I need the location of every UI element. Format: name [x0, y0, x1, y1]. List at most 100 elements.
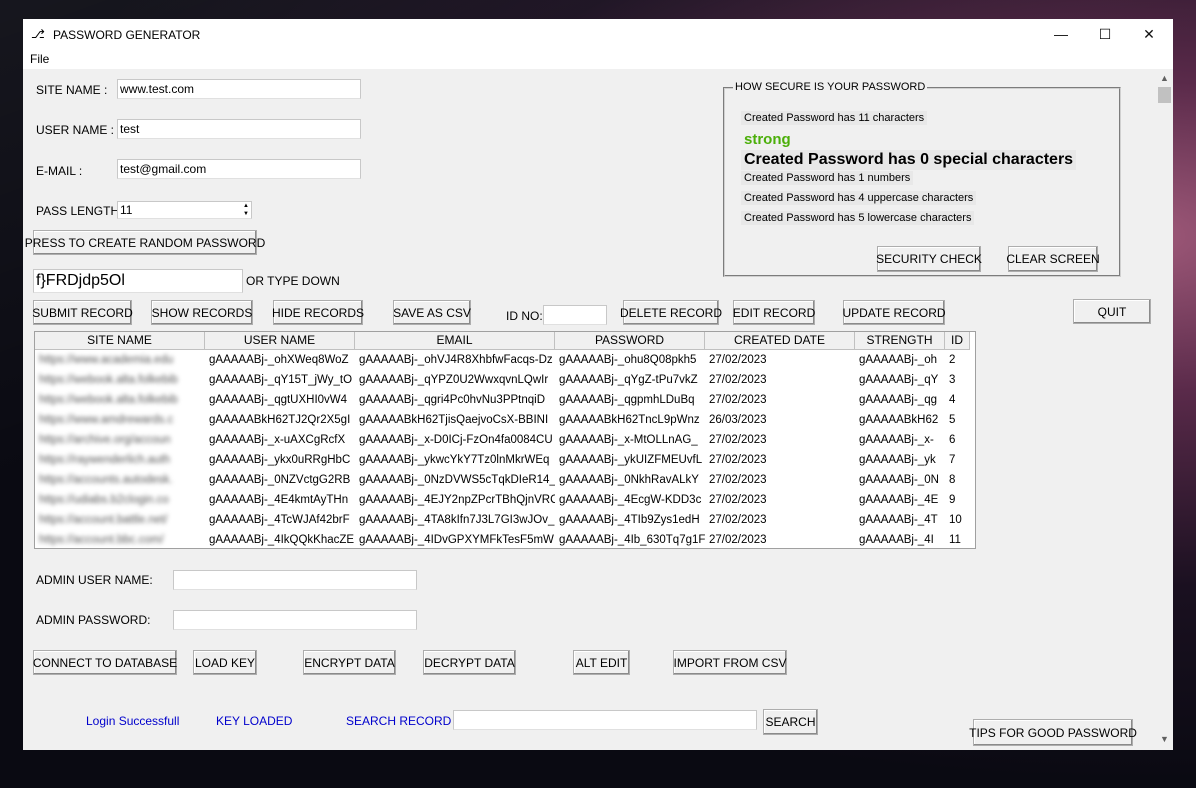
cell-created-date: 27/02/2023: [709, 454, 767, 466]
scroll-up-icon[interactable]: ▲: [1156, 73, 1173, 87]
cell-password: gAAAAABj-_4EcgW-KDD3c: [559, 494, 702, 506]
admin-password-input[interactable]: [173, 610, 417, 630]
scroll-thumb[interactable]: [1158, 87, 1171, 103]
clear-screen-button[interactable]: CLEAR SCREEN: [1006, 246, 1100, 272]
admin-password-label: ADMIN PASSWORD:: [36, 613, 151, 627]
user-name-input[interactable]: test: [117, 119, 361, 139]
email-label: E-MAIL :: [36, 164, 83, 178]
col-id[interactable]: ID: [945, 332, 970, 350]
table-row[interactable]: https://account.battle.net/gAAAAABj-_4Tc…: [35, 510, 970, 530]
table-row[interactable]: https://www.amdrewards.c gAAAAABkH62TJ2Qr…: [35, 410, 970, 430]
cell-password: gAAAAABj-_ohu8Q08pkh5: [559, 354, 697, 366]
save-as-csv-button[interactable]: SAVE AS CSV: [393, 300, 471, 325]
menu-file[interactable]: File: [30, 52, 49, 66]
quit-button[interactable]: QUIT: [1073, 299, 1151, 324]
app-window: ⎇ PASSWORD GENERATOR — ☐ ✕ File SITE NAM…: [23, 19, 1173, 750]
update-record-button[interactable]: UPDATE RECORD: [842, 300, 946, 325]
cell-strength: gAAAAABj-_qY: [859, 374, 939, 386]
cell-user-name: gAAAAABj-_4TcWJAf42brF: [209, 514, 350, 526]
cell-created-date: 27/02/2023: [709, 514, 767, 526]
spinbox-arrows-icon[interactable]: ▲ ▼: [241, 202, 251, 218]
cell-created-date: 27/02/2023: [709, 354, 767, 366]
cell-password: gAAAAABkH62TncL9pWnz: [559, 414, 700, 426]
table-row[interactable]: https://webook.alta.folkebib gAAAAABj-_qY…: [35, 370, 970, 390]
col-strength[interactable]: STRENGTH: [855, 332, 945, 350]
cell-id: 5: [949, 414, 956, 426]
maximize-icon[interactable]: ☐: [1083, 19, 1127, 49]
cell-id: 9: [949, 494, 956, 506]
password-input[interactable]: f}FRDjdp5Ol: [33, 269, 243, 293]
security-group: HOW SECURE IS YOUR PASSWORD Created Pass…: [723, 81, 1121, 277]
uppercase-count-text: Created Password has 4 uppercase charact…: [741, 191, 977, 205]
connect-database-button[interactable]: CONNECT TO DATABASE: [33, 650, 177, 675]
cell-user-name: gAAAAABj-_ykx0uRRgHbC: [209, 454, 351, 466]
decrypt-data-button[interactable]: DECRYPT DATA: [423, 650, 516, 675]
cell-email: gAAAAABj-_0NzDVWS5cTqkDIeR14_: [359, 474, 555, 486]
cell-email: gAAAAABj-_qYPZ0U2WwxqvnLQwIr: [359, 374, 549, 386]
cell-strength: gAAAAABj-_4I: [859, 534, 934, 546]
id-no-input[interactable]: [543, 305, 607, 325]
col-site-name[interactable]: SITE NAME: [35, 332, 205, 350]
site-name-input[interactable]: www.test.com: [117, 79, 361, 99]
vertical-scrollbar[interactable]: ▲ ▼: [1156, 69, 1173, 750]
security-check-button[interactable]: SECURITY CHECK: [876, 246, 982, 272]
records-table[interactable]: SITE NAME USER NAME EMAIL PASSWORD CREAT…: [34, 331, 976, 549]
cell-site-name: https://udiabs.b2clogin.co: [39, 494, 169, 506]
close-icon[interactable]: ✕: [1127, 19, 1171, 49]
cell-id: 2: [949, 354, 956, 366]
col-created-date[interactable]: CREATED DATE: [705, 332, 855, 350]
load-key-button[interactable]: LOAD KEY: [193, 650, 257, 675]
email-input[interactable]: test@gmail.com: [117, 159, 361, 179]
cell-strength: gAAAAABj-_4T: [859, 514, 938, 526]
import-csv-button[interactable]: IMPORT FROM CSV: [673, 650, 787, 675]
cell-id: 11: [949, 534, 961, 546]
edit-record-button[interactable]: EDIT RECORD: [733, 300, 815, 325]
cell-user-name: gAAAAABj-_x-uAXCgRcfX: [209, 434, 346, 446]
cell-email: gAAAAABj-_x-D0ICj-FzOn4fa0084CU: [359, 434, 553, 446]
menu-bar: File: [23, 49, 1173, 69]
admin-user-input[interactable]: [173, 570, 417, 590]
cell-id: 8: [949, 474, 956, 486]
cell-user-name: gAAAAABj-_qY15T_jWy_tO: [209, 374, 353, 386]
hide-records-button[interactable]: HIDE RECORDS: [272, 300, 364, 325]
minimize-icon[interactable]: —: [1039, 19, 1083, 49]
cell-created-date: 27/02/2023: [709, 434, 767, 446]
cell-site-name: https://www.amdrewards.c: [39, 414, 174, 426]
pass-length-label: PASS LENGTH :: [36, 204, 126, 218]
show-records-button[interactable]: SHOW RECORDS: [151, 300, 253, 325]
table-row[interactable]: https://accounts.autodesk. gAAAAABj-_0NZV…: [35, 470, 970, 490]
search-input[interactable]: [453, 710, 757, 730]
cell-site-name: https://webook.alta.folkebib: [39, 394, 178, 406]
create-random-password-button[interactable]: PRESS TO CREATE RANDOM PASSWORD: [25, 230, 265, 255]
admin-user-label: ADMIN USER NAME:: [36, 573, 153, 587]
scroll-down-icon[interactable]: ▼: [1156, 734, 1173, 748]
pass-length-spinbox[interactable]: 11: [117, 201, 252, 219]
key-status-text: KEY LOADED: [216, 714, 293, 728]
submit-record-button[interactable]: SUBMIT RECORD: [32, 300, 133, 325]
cell-email: gAAAAABj-_4TA8kIfn7J3L7GI3wJOv_: [359, 514, 555, 526]
table-row[interactable]: https://www.academia.edu gAAAAABj-_ohXWeq…: [35, 350, 970, 370]
cell-password: gAAAAABj-_qYgZ-tPu7vkZ: [559, 374, 698, 386]
cell-site-name: https://accounts.autodesk.: [39, 474, 173, 486]
cell-id: 7: [949, 454, 956, 466]
col-email[interactable]: EMAIL: [355, 332, 555, 350]
cell-site-name: https://account.battle.net/: [39, 514, 168, 526]
alt-edit-button[interactable]: ALT EDIT: [573, 650, 630, 675]
search-button[interactable]: SEARCH: [763, 709, 818, 735]
col-user-name[interactable]: USER NAME: [205, 332, 355, 350]
table-row[interactable]: https://account.bbc.com/gAAAAABj-_4IkQQk…: [35, 530, 970, 548]
tips-button[interactable]: TIPS FOR GOOD PASSWORD: [969, 719, 1137, 746]
cell-email: gAAAAABkH62TjisQaejvoCsX-BBINI: [359, 414, 549, 426]
delete-record-button[interactable]: DELETE RECORD: [620, 300, 722, 325]
col-password[interactable]: PASSWORD: [555, 332, 705, 350]
cell-strength: gAAAAABj-_4E: [859, 494, 939, 506]
table-row[interactable]: https://webook.alta.folkebib gAAAAABj-_qg…: [35, 390, 970, 410]
table-row[interactable]: https://raywenderlich.auth gAAAAABj-_ykx0…: [35, 450, 970, 470]
encrypt-data-button[interactable]: ENCRYPT DATA: [303, 650, 396, 675]
chars-count-text: Created Password has 11 characters: [741, 111, 928, 125]
cell-email: gAAAAABj-_ykwcYkY7Tz0lnMkrWEq: [359, 454, 550, 466]
table-row[interactable]: https://archive.org/accoun gAAAAABj-_x-uA…: [35, 430, 970, 450]
id-no-label: ID NO:: [506, 309, 543, 323]
cell-user-name: gAAAAABj-_qgtUXHI0vW4: [209, 394, 348, 406]
table-row[interactable]: https://udiabs.b2clogin.co gAAAAABj-_4E4k…: [35, 490, 970, 510]
